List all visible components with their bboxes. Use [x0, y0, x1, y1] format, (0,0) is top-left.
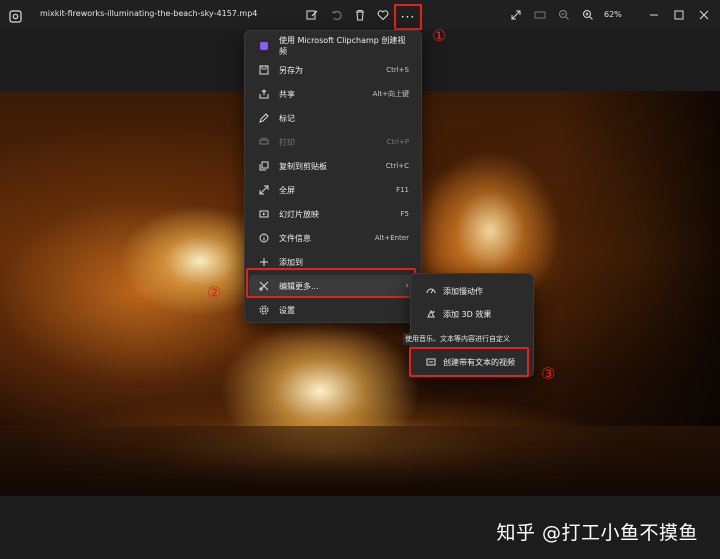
save-icon: [258, 64, 270, 76]
menu-item-print: 打印 Ctrl+P: [249, 131, 417, 153]
menu-item-slideshow[interactable]: 幻灯片放映 F5: [249, 203, 417, 225]
menu-item-clipchamp[interactable]: 使用 Microsoft Clipchamp 创建视频: [249, 35, 417, 57]
rotate-icon[interactable]: [329, 7, 345, 23]
zoom-level: 62%: [604, 10, 622, 19]
print-icon: [258, 136, 270, 148]
slideshow-icon: [258, 208, 270, 220]
photo-app-icon: [9, 8, 22, 23]
watermark: 知乎 @打工小鱼不摸鱼: [496, 522, 698, 544]
favorite-icon[interactable]: [375, 7, 391, 23]
slow-motion-icon: [425, 285, 437, 297]
menu-item-settings[interactable]: 设置: [249, 299, 417, 321]
title-bar: mixkit-fireworks-illuminating-the-beach-…: [0, 0, 720, 45]
fit-icon[interactable]: [532, 7, 548, 23]
copy-icon: [258, 160, 270, 172]
settings-icon: [258, 304, 270, 316]
annotation-1: ①: [432, 26, 447, 45]
maximize-icon[interactable]: [671, 7, 687, 23]
menu-item-save-as[interactable]: 另存为 Ctrl+S: [249, 59, 417, 81]
menu-item-share[interactable]: 共享 Alt+向上键: [249, 83, 417, 105]
zoom-in-icon[interactable]: [580, 7, 596, 23]
close-icon[interactable]: [696, 7, 712, 23]
menu-item-file-info[interactable]: 文件信息 Alt+Enter: [249, 227, 417, 249]
3d-effect-icon: [425, 308, 437, 320]
file-name: mixkit-fireworks-illuminating-the-beach-…: [40, 9, 258, 18]
menu-item-copy[interactable]: 复制到剪贴板 Ctrl+C: [249, 155, 417, 177]
add-icon: [258, 256, 270, 268]
fullscreen-icon[interactable]: [508, 7, 524, 23]
clipchamp-icon: [258, 40, 270, 52]
menu-item-fullscreen[interactable]: 全屏 F11: [249, 179, 417, 201]
more-button[interactable]: ···: [394, 4, 422, 30]
markup-icon: [258, 112, 270, 124]
annotation-2: ②: [207, 283, 222, 302]
annotation-3: ③: [541, 364, 556, 383]
info-icon: [258, 232, 270, 244]
share-icon: [258, 88, 270, 100]
zoom-out-icon[interactable]: [556, 7, 572, 23]
edit-more-highlight: [246, 268, 416, 298]
delete-icon[interactable]: [352, 7, 368, 23]
submenu-item-slow-motion[interactable]: 添加慢动作: [415, 280, 529, 302]
more-icon: ···: [400, 10, 416, 24]
fullscreen-icon: [258, 184, 270, 196]
submenu-item-3d-effect[interactable]: 添加 3D 效果: [415, 303, 529, 325]
menu-item-markup[interactable]: 标记: [249, 107, 417, 129]
create-text-video-highlight: [409, 347, 529, 377]
submenu-tooltip: 使用音乐、文本等内容进行自定义: [403, 333, 512, 345]
minimize-icon[interactable]: [646, 7, 662, 23]
edit-icon[interactable]: [304, 7, 320, 23]
